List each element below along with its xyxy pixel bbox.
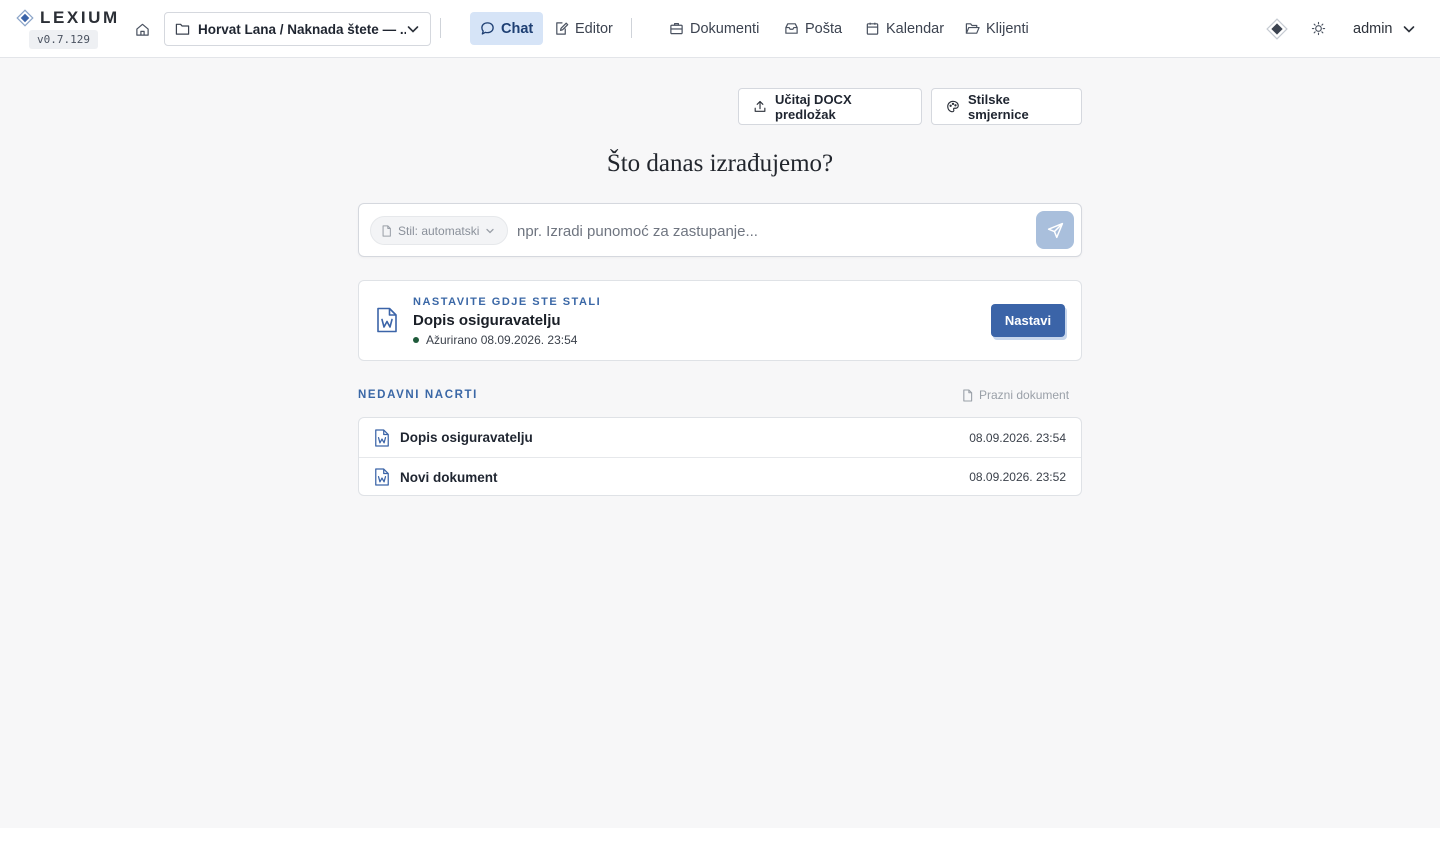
- version-badge: v0.7.129: [29, 30, 98, 49]
- draft-name: Dopis osiguravatelju: [400, 430, 533, 445]
- folder-open-icon: [965, 23, 980, 34]
- tab-posta-label: Pošta: [805, 20, 843, 37]
- continue-button[interactable]: Nastavi: [991, 304, 1065, 337]
- tab-kalendar[interactable]: Kalendar: [855, 12, 954, 45]
- upload-icon: [754, 100, 766, 112]
- style-selector-label: Stil: automatski: [398, 223, 480, 238]
- recent-drafts-title: NEDAVNI NACRTI: [358, 389, 478, 401]
- resume-updated-text: Ažurirano 08.09.2026. 23:54: [426, 333, 578, 347]
- page-heading: Što danas izrađujemo?: [606, 150, 834, 177]
- prompt-composer: Stil: automatski: [358, 203, 1082, 257]
- upload-docx-template-button[interactable]: Učitaj DOCX predložak: [738, 88, 922, 125]
- assistant-button[interactable]: [1264, 16, 1290, 42]
- word-document-icon: [377, 307, 397, 333]
- user-name: admin: [1353, 21, 1393, 37]
- page-footer: [0, 828, 1440, 858]
- app-name: LEXIUM: [40, 8, 120, 27]
- theme-toggle[interactable]: [1307, 17, 1329, 39]
- style-guidelines-label: Stilske smjernice: [967, 91, 1029, 122]
- draft-date: 08.09.2026. 23:52: [969, 470, 1066, 484]
- sun-icon: [1311, 21, 1325, 35]
- home-button[interactable]: [130, 17, 154, 41]
- tab-dokumenti[interactable]: Dokumenti: [659, 12, 769, 45]
- top-navigation-bar: LEXIUM v0.7.129 Horvat Lana / Naknada št…: [0, 0, 1440, 58]
- prompt-input[interactable]: [517, 218, 1017, 244]
- nav-divider: [631, 18, 632, 38]
- resume-updated: Ažurirano 08.09.2026. 23:54: [413, 333, 577, 347]
- briefcase-icon: [670, 23, 683, 35]
- word-document-icon: [375, 468, 389, 486]
- word-document-icon: [375, 428, 389, 447]
- mail-icon: [785, 23, 798, 34]
- style-selector[interactable]: Stil: automatski: [370, 216, 509, 245]
- document-icon: [963, 388, 973, 402]
- calendar-icon: [866, 22, 879, 35]
- recent-drafts-list: Dopis osiguravatelju 08.09.2026. 23:54 N…: [358, 417, 1082, 496]
- draft-name: Novi dokument: [400, 469, 498, 485]
- chevron-down-icon: [486, 228, 495, 233]
- document-icon: [382, 224, 391, 237]
- palette-icon: [947, 100, 959, 113]
- continue-where-left-off-card: NASTAVITE GDJE STE STALI Dopis osigurava…: [358, 280, 1082, 361]
- tab-editor-label: Editor: [575, 20, 613, 37]
- status-dot: [413, 337, 419, 343]
- tab-editor[interactable]: Editor: [544, 12, 623, 45]
- tab-chat-label: Chat: [501, 20, 534, 37]
- list-item[interactable]: Novi dokument 08.09.2026. 23:52: [359, 457, 1081, 496]
- edit-icon: [556, 22, 569, 35]
- chevron-down-icon: [407, 26, 419, 33]
- tab-klijenti[interactable]: Klijenti: [955, 12, 1039, 45]
- nav-divider: [440, 18, 441, 38]
- resume-document-title[interactable]: Dopis osiguravatelju: [413, 312, 561, 329]
- send-icon: [1047, 222, 1063, 238]
- logo-diamond-icon: [16, 9, 34, 27]
- send-button[interactable]: [1036, 211, 1074, 249]
- draft-date: 08.09.2026. 23:54: [969, 430, 1066, 445]
- case-selector[interactable]: Horvat Lana / Naknada štete — ...: [164, 12, 431, 46]
- folder-icon: [175, 23, 190, 35]
- diamond-icon: [1266, 18, 1288, 40]
- chat-icon: [481, 22, 494, 35]
- blank-document-button[interactable]: Prazni dokument: [962, 388, 1069, 402]
- tab-klijenti-label: Klijenti: [986, 20, 1029, 37]
- app-logo[interactable]: LEXIUM v0.7.129: [14, 7, 117, 51]
- tab-kalendar-label: Kalendar: [886, 20, 945, 37]
- blank-document-label: Prazni dokument: [979, 388, 1070, 402]
- case-selector-label: Horvat Lana / Naknada štete — ...: [198, 21, 406, 37]
- chevron-down-icon: [1403, 26, 1414, 33]
- tab-dokumenti-label: Dokumenti: [690, 20, 760, 37]
- user-menu[interactable]: admin: [1353, 17, 1416, 41]
- style-guidelines-button[interactable]: Stilske smjernice: [931, 88, 1082, 125]
- resume-eyebrow: NASTAVITE GDJE STE STALI: [413, 296, 602, 308]
- home-icon: [135, 23, 149, 36]
- tab-posta[interactable]: Pošta: [774, 12, 852, 45]
- upload-docx-template-label: Učitaj DOCX predložak: [775, 91, 852, 122]
- list-item[interactable]: Dopis osiguravatelju 08.09.2026. 23:54: [359, 418, 1081, 457]
- tab-chat[interactable]: Chat: [470, 12, 544, 45]
